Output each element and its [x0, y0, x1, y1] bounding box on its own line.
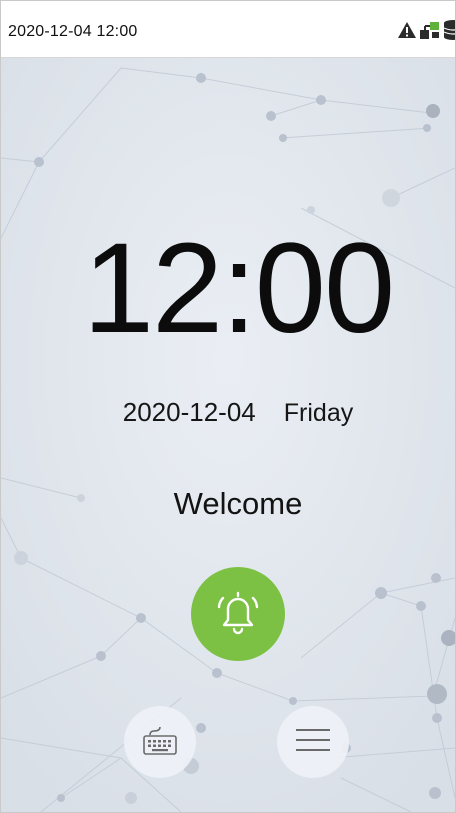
status-bar: 2020-12-04 12:00: [1, 1, 455, 58]
main-content: 12:00 2020-12-04 Friday Welcome: [1, 1, 455, 812]
status-icons: [397, 19, 455, 46]
menu-button[interactable]: [277, 706, 349, 778]
clock-time: 12:00: [82, 217, 395, 360]
status-datetime: 2020-12-04 12:00: [8, 23, 138, 40]
device-screen: 2020-12-04 12:00 12:00 2020-12-04 Friday…: [0, 0, 456, 813]
date-row: 2020-12-04 Friday: [1, 397, 455, 428]
welcome-text: Welcome: [173, 486, 303, 521]
warning-icon: [397, 21, 417, 44]
date-text: 2020-12-04: [122, 397, 256, 427]
weekday-text: Friday: [283, 399, 354, 427]
bell-icon: [210, 584, 266, 645]
menu-icon: [295, 726, 331, 759]
network-icon: [419, 20, 441, 45]
keyboard-button[interactable]: [124, 706, 196, 778]
alarm-button[interactable]: [191, 567, 285, 661]
database-icon: [443, 19, 455, 46]
keyboard-icon: [142, 724, 178, 761]
